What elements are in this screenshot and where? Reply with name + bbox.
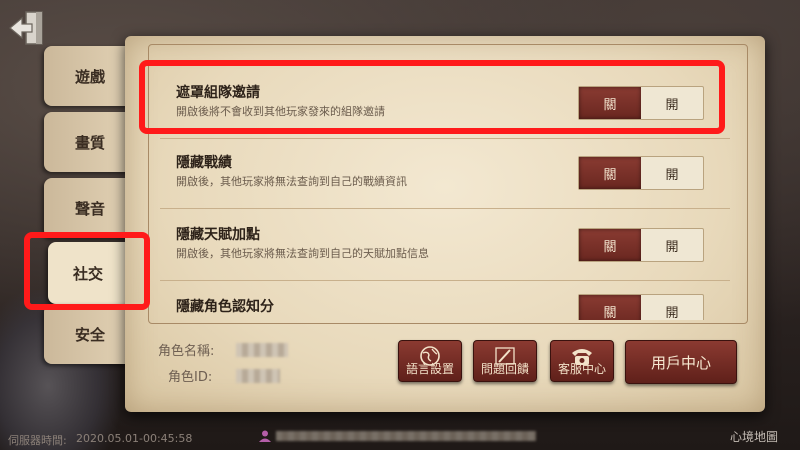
tab-graphics[interactable]: 畫質 [44, 112, 136, 172]
tab-security[interactable]: 安全 [44, 304, 136, 364]
setting-title: 隱藏天賦加點 [176, 227, 260, 243]
back-button[interactable] [6, 8, 50, 48]
setting-description: 開啟後，其他玩家將無法查詢到自己的戰績資訊 [176, 175, 407, 188]
server-time-label: 伺服器時間: [8, 434, 67, 447]
telephone-icon [572, 349, 592, 365]
highlight-box-tab [24, 232, 150, 310]
toggle-on-option[interactable]: 開 [641, 157, 703, 189]
toggle-off-option[interactable]: 關 [579, 157, 641, 189]
role-id-label: 角色ID: [168, 370, 213, 385]
tab-sound[interactable]: 聲音 [44, 178, 136, 238]
role-name-label: 角色名稱: [158, 344, 215, 359]
setting-row-hide-cognition: 隱藏角色認知分 關 開 [160, 278, 732, 320]
tab-label: 畫質 [74, 133, 105, 152]
role-name-value-redacted [236, 343, 288, 357]
tab-label: 遊戲 [74, 67, 105, 86]
exit-door-icon [9, 11, 43, 45]
tab-game[interactable]: 遊戲 [44, 46, 136, 106]
setting-description: 開啟後，其他玩家將無法查詢到自己的天賦加點信息 [176, 247, 429, 260]
setting-title: 隱藏角色認知分 [176, 299, 274, 315]
setting-row-hide-talent: 隱藏天賦加點 開啟後，其他玩家將無法查詢到自己的天賦加點信息 關 開 [160, 206, 732, 268]
toggle-on-option[interactable]: 開 [641, 295, 703, 321]
tab-label: 聲音 [74, 199, 105, 218]
globe-icon [420, 346, 440, 366]
setting-row-hide-record: 隱藏戰績 開啟後，其他玩家將無法查詢到自己的戰績資訊 關 開 [160, 134, 732, 196]
toggle-on-option[interactable]: 開 [641, 229, 703, 261]
server-time-value: 2020.05.01-00:45:58 [76, 432, 193, 445]
role-id-value-redacted [236, 369, 280, 383]
button-label: 用戶中心 [650, 353, 711, 372]
toggle-off-option[interactable]: 關 [579, 229, 641, 261]
feedback-button[interactable]: 問題回饋 [473, 340, 537, 382]
user-center-button[interactable]: 用戶中心 [625, 340, 737, 384]
customer-service-button[interactable]: 客服中心 [550, 340, 614, 382]
redacted-banner [276, 431, 536, 441]
highlight-box-setting [139, 60, 725, 134]
setting-title: 隱藏戰績 [176, 155, 232, 171]
pen-icon [495, 347, 515, 365]
language-settings-button[interactable]: 語言設置 [398, 340, 462, 382]
toggle-off-option[interactable]: 關 [579, 295, 641, 320]
setting-toggle[interactable]: 關 開 [578, 294, 704, 320]
mind-map-link[interactable]: 心境地圖 [730, 428, 778, 445]
setting-toggle[interactable]: 關 開 [578, 156, 704, 190]
tab-label: 安全 [74, 325, 105, 344]
setting-toggle[interactable]: 關 開 [578, 228, 704, 262]
player-icon [258, 428, 272, 442]
